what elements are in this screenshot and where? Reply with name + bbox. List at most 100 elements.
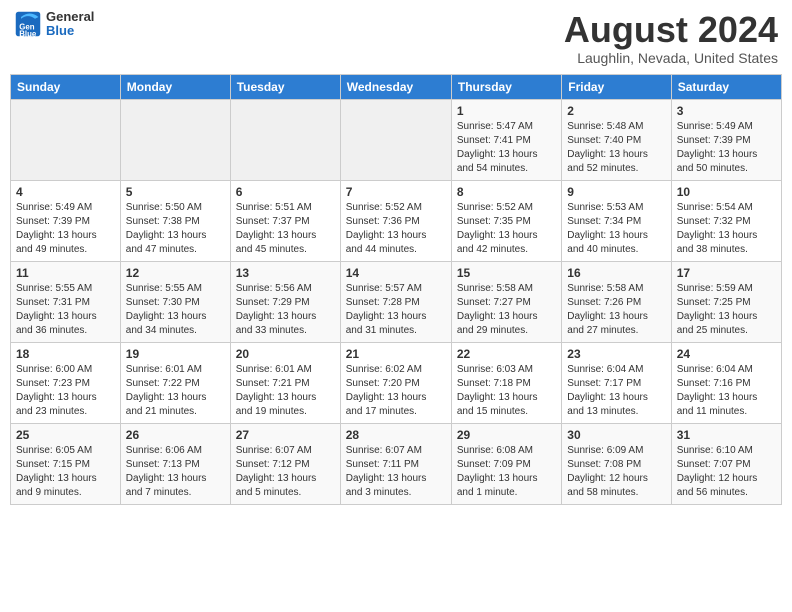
calendar-cell: 4Sunrise: 5:49 AMSunset: 7:39 PMDaylight… [11,180,121,261]
calendar-header: SundayMondayTuesdayWednesdayThursdayFrid… [11,74,782,99]
day-number: 17 [677,266,776,280]
day-number: 8 [457,185,556,199]
day-number: 26 [126,428,225,442]
calendar-cell: 31 Sunrise: 6:10 AMSunset: 7:07 PMDayligh… [671,423,781,504]
day-number: 18 [16,347,115,361]
day-info: Sunrise: 5:54 AMSunset: 7:32 PMDaylight:… [677,201,776,257]
day-number: 29 [457,428,556,442]
calendar-cell: 18 Sunrise: 6:00 AMSunset: 7:23 PMDayligh… [11,342,121,423]
calendar-cell: 3 Sunrise: 5:49 AMSunset: 7:39 PMDaylight… [671,99,781,180]
logo-blue-text: Blue [46,24,94,38]
calendar-cell: 8 Sunrise: 5:52 AMSunset: 7:35 PMDaylight… [451,180,561,261]
day-number: 10 [677,185,776,199]
day-info: Sunrise: 6:10 AMSunset: 7:07 PMDaylight:… [677,444,776,500]
day-info: Sunrise: 6:00 AMSunset: 7:23 PMDaylight:… [16,363,115,419]
day-info: Sunrise: 5:58 AMSunset: 7:27 PMDaylight:… [457,282,556,338]
header-cell-wednesday: Wednesday [340,74,451,99]
day-info: Sunrise: 5:49 AMSunset: 7:39 PMDaylight:… [677,120,776,176]
calendar-cell: 14 Sunrise: 5:57 AMSunset: 7:28 PMDayligh… [340,261,451,342]
day-info: Sunrise: 6:07 AMSunset: 7:12 PMDaylight:… [236,444,335,500]
calendar-cell: 25 Sunrise: 6:05 AMSunset: 7:15 PMDayligh… [11,423,121,504]
day-number: 7 [346,185,446,199]
calendar-week-2: 11 Sunrise: 5:55 AMSunset: 7:31 PMDayligh… [11,261,782,342]
calendar-cell [340,99,451,180]
day-number: 21 [346,347,446,361]
day-info: Sunrise: 5:59 AMSunset: 7:25 PMDaylight:… [677,282,776,338]
day-number: 14 [346,266,446,280]
calendar-week-1: 4Sunrise: 5:49 AMSunset: 7:39 PMDaylight… [11,180,782,261]
day-number: 28 [346,428,446,442]
header-cell-friday: Friday [562,74,671,99]
day-info: Sunrise: 5:57 AMSunset: 7:28 PMDaylight:… [346,282,446,338]
header-row: SundayMondayTuesdayWednesdayThursdayFrid… [11,74,782,99]
day-info: Sunrise: 6:02 AMSunset: 7:20 PMDaylight:… [346,363,446,419]
calendar-cell: 6Sunrise: 5:51 AMSunset: 7:37 PMDaylight… [230,180,340,261]
calendar-cell: 9 Sunrise: 5:53 AMSunset: 7:34 PMDaylight… [562,180,671,261]
calendar-week-4: 25 Sunrise: 6:05 AMSunset: 7:15 PMDayligh… [11,423,782,504]
day-number: 23 [567,347,665,361]
calendar-cell: 5 Sunrise: 5:50 AMSunset: 7:38 PMDaylight… [120,180,230,261]
day-number: 30 [567,428,665,442]
day-info: Sunrise: 6:04 AMSunset: 7:16 PMDaylight:… [677,363,776,419]
day-info: Sunrise: 6:03 AMSunset: 7:18 PMDaylight:… [457,363,556,419]
day-number: 25 [16,428,115,442]
day-info: Sunrise: 5:50 AMSunset: 7:38 PMDaylight:… [126,201,225,257]
day-info: Sunrise: 6:01 AMSunset: 7:22 PMDaylight:… [126,363,225,419]
day-info: Sunrise: 5:51 AMSunset: 7:37 PMDaylight:… [236,201,335,257]
calendar-cell: 16Sunrise: 5:58 AMSunset: 7:26 PMDayligh… [562,261,671,342]
day-info: Sunrise: 5:48 AMSunset: 7:40 PMDaylight:… [567,120,665,176]
day-info: Sunrise: 5:52 AMSunset: 7:35 PMDaylight:… [457,201,556,257]
calendar-cell: 20Sunrise: 6:01 AMSunset: 7:21 PMDayligh… [230,342,340,423]
calendar-table: SundayMondayTuesdayWednesdayThursdayFrid… [10,74,782,505]
day-number: 13 [236,266,335,280]
calendar-cell [11,99,121,180]
calendar-cell: 10 Sunrise: 5:54 AMSunset: 7:32 PMDayligh… [671,180,781,261]
header-cell-sunday: Sunday [11,74,121,99]
calendar-cell: 15 Sunrise: 5:58 AMSunset: 7:27 PMDayligh… [451,261,561,342]
logo-general-text: General [46,10,94,24]
day-number: 5 [126,185,225,199]
day-info: Sunrise: 5:56 AMSunset: 7:29 PMDaylight:… [236,282,335,338]
day-info: Sunrise: 6:08 AMSunset: 7:09 PMDaylight:… [457,444,556,500]
calendar-cell: 24 Sunrise: 6:04 AMSunset: 7:16 PMDayligh… [671,342,781,423]
logo-text: General Blue [46,10,94,39]
day-info: Sunrise: 6:05 AMSunset: 7:15 PMDaylight:… [16,444,115,500]
calendar-cell: 2Sunrise: 5:48 AMSunset: 7:40 PMDaylight… [562,99,671,180]
day-number: 12 [126,266,225,280]
calendar-cell: 21 Sunrise: 6:02 AMSunset: 7:20 PMDayligh… [340,342,451,423]
day-number: 9 [567,185,665,199]
calendar-cell: 1 Sunrise: 5:47 AMSunset: 7:41 PMDaylight… [451,99,561,180]
day-number: 11 [16,266,115,280]
title-block: August 2024 Laughlin, Nevada, United Sta… [564,10,778,66]
calendar-cell: 19 Sunrise: 6:01 AMSunset: 7:22 PMDayligh… [120,342,230,423]
day-info: Sunrise: 6:09 AMSunset: 7:08 PMDaylight:… [567,444,665,500]
day-number: 31 [677,428,776,442]
day-info: Sunrise: 5:52 AMSunset: 7:36 PMDaylight:… [346,201,446,257]
day-number: 22 [457,347,556,361]
day-info: Sunrise: 6:06 AMSunset: 7:13 PMDaylight:… [126,444,225,500]
calendar-cell: 30 Sunrise: 6:09 AMSunset: 7:08 PMDayligh… [562,423,671,504]
calendar-week-0: 1 Sunrise: 5:47 AMSunset: 7:41 PMDaylight… [11,99,782,180]
svg-text:Blue: Blue [19,30,37,39]
logo: Gen Blue General Blue [14,10,94,39]
header-cell-monday: Monday [120,74,230,99]
day-number: 1 [457,104,556,118]
day-number: 24 [677,347,776,361]
day-number: 15 [457,266,556,280]
day-info: Sunrise: 5:53 AMSunset: 7:34 PMDaylight:… [567,201,665,257]
logo-icon: Gen Blue [14,10,42,38]
calendar-week-3: 18 Sunrise: 6:00 AMSunset: 7:23 PMDayligh… [11,342,782,423]
calendar-cell: 11 Sunrise: 5:55 AMSunset: 7:31 PMDayligh… [11,261,121,342]
calendar-cell: 23 Sunrise: 6:04 AMSunset: 7:17 PMDayligh… [562,342,671,423]
day-number: 3 [677,104,776,118]
day-info: Sunrise: 6:04 AMSunset: 7:17 PMDaylight:… [567,363,665,419]
calendar-body: 1 Sunrise: 5:47 AMSunset: 7:41 PMDaylight… [11,99,782,504]
day-number: 19 [126,347,225,361]
day-number: 4 [16,185,115,199]
day-info: Sunrise: 5:47 AMSunset: 7:41 PMDaylight:… [457,120,556,176]
calendar-cell: 22 Sunrise: 6:03 AMSunset: 7:18 PMDayligh… [451,342,561,423]
calendar-cell: 17 Sunrise: 5:59 AMSunset: 7:25 PMDayligh… [671,261,781,342]
page-header: Gen Blue General Blue August 2024 Laughl… [10,10,782,66]
day-info: Sunrise: 5:55 AMSunset: 7:31 PMDaylight:… [16,282,115,338]
calendar-cell [120,99,230,180]
